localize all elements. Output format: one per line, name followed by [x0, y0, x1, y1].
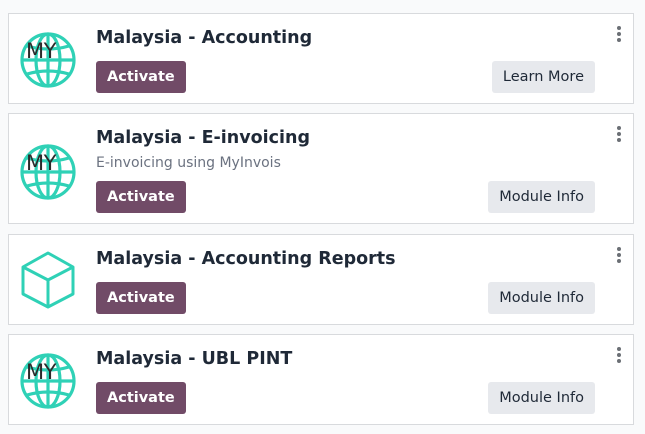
activate-button[interactable]: Activate — [96, 181, 186, 213]
activate-button[interactable]: Activate — [96, 382, 186, 414]
cube-icon — [18, 247, 82, 311]
module-title: Malaysia - UBL PINT — [96, 349, 293, 369]
module-info-button[interactable]: Module Info — [488, 382, 595, 414]
module-info-button[interactable]: Module Info — [488, 181, 595, 213]
module-card: MY Malaysia - UBL PINT Activate Module I… — [8, 334, 634, 425]
learn-more-button[interactable]: Learn More — [491, 61, 595, 93]
more-options-icon[interactable] — [615, 26, 623, 42]
module-description: E-invoicing using MyInvois — [96, 155, 281, 171]
country-code-badge: MY — [26, 151, 56, 175]
module-info-button[interactable]: Module Info — [488, 282, 595, 314]
module-card: MY Malaysia - E-invoicing E-invoicing us… — [8, 113, 634, 224]
globe-icon: MY — [18, 26, 82, 90]
globe-icon: MY — [18, 138, 82, 202]
module-card: Malaysia - Accounting Reports Activate M… — [8, 234, 634, 325]
activate-button[interactable]: Activate — [96, 61, 186, 93]
country-code-badge: MY — [26, 39, 56, 63]
activate-button[interactable]: Activate — [96, 282, 186, 314]
module-list: MY Malaysia - Accounting Activate Learn … — [0, 0, 645, 434]
more-options-icon[interactable] — [615, 247, 623, 263]
module-title: Malaysia - Accounting Reports — [96, 249, 396, 269]
module-title: Malaysia - Accounting — [96, 28, 313, 48]
more-options-icon[interactable] — [615, 126, 623, 142]
module-card: MY Malaysia - Accounting Activate Learn … — [8, 13, 634, 104]
module-title: Malaysia - E-invoicing — [96, 128, 311, 148]
more-options-icon[interactable] — [615, 347, 623, 363]
country-code-badge: MY — [26, 360, 56, 384]
globe-icon: MY — [18, 347, 82, 411]
